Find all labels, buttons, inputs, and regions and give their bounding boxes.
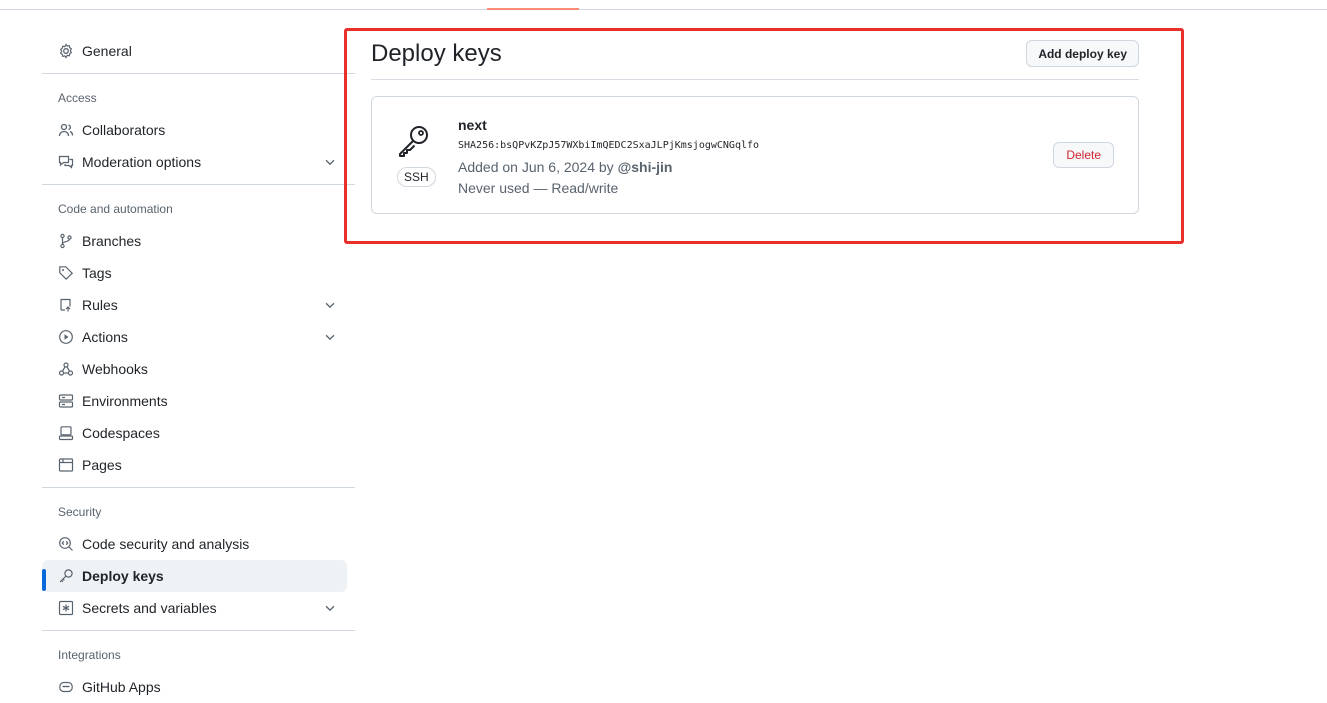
chevron-down-icon — [325, 605, 335, 612]
browser-icon — [58, 457, 74, 473]
page-title: Deploy keys — [371, 40, 502, 67]
sidebar-item-label: Collaborators — [82, 122, 166, 138]
sidebar-item-label: Secrets and variables — [82, 600, 217, 616]
added-by-user-link[interactable]: @shi-jin — [618, 159, 673, 175]
active-tab-underline — [487, 8, 579, 10]
sidebar-item-label: Tags — [82, 265, 112, 281]
page-header: Deploy keys Add deploy key — [371, 35, 1139, 80]
sidebar-item-label: Actions — [82, 329, 128, 345]
sidebar-item-label: Webhooks — [82, 361, 148, 377]
tag-icon — [58, 265, 74, 281]
key-icon — [399, 126, 428, 157]
chevron-down-icon — [325, 302, 335, 309]
key-added-info: Added on Jun 6, 2024 by @shi-jin — [458, 159, 672, 175]
git-branch-icon — [58, 233, 74, 249]
play-icon — [58, 329, 74, 345]
chevron-down-icon — [325, 159, 335, 166]
sidebar-item-webhooks[interactable]: Webhooks — [42, 353, 355, 385]
server-icon — [58, 393, 74, 409]
gear-icon — [58, 43, 74, 59]
sidebar-item-label: Branches — [82, 233, 142, 249]
sidebar-item-github-apps[interactable]: GitHub Apps — [42, 671, 355, 703]
sidebar-item-code-security[interactable]: Code security and analysis — [42, 528, 355, 560]
key-fingerprint: SHA256:bsQPvKZpJ57WXbiImQEDC2SxaJLPjKmsj… — [458, 140, 760, 151]
sidebar-item-general[interactable]: General — [42, 35, 355, 67]
hubot-icon — [58, 679, 74, 695]
key-usage-info: Never used — Read/write — [458, 180, 619, 196]
section-title-integrations: Integrations — [58, 648, 121, 662]
active-indicator — [42, 569, 46, 591]
section-title-security: Security — [58, 505, 102, 519]
sidebar-item-label: Pages — [82, 457, 122, 473]
sidebar-item-moderation[interactable]: Moderation options — [42, 146, 355, 178]
comment-discussion-icon — [58, 154, 74, 170]
section-title-code-automation: Code and automation — [58, 202, 173, 216]
webhook-icon — [58, 361, 74, 377]
sidebar-divider — [42, 487, 355, 488]
sidebar-item-collaborators[interactable]: Collaborators — [42, 114, 355, 146]
sidebar-item-label: Moderation options — [82, 154, 202, 170]
sidebar-divider — [42, 630, 355, 631]
key-icon — [58, 568, 74, 584]
top-divider — [0, 9, 1327, 10]
sidebar-item-label: Codespaces — [82, 425, 160, 441]
sidebar-item-label: GitHub Apps — [82, 679, 161, 695]
sidebar-item-environments[interactable]: Environments — [42, 385, 355, 417]
sidebar-item-label: Deploy keys — [82, 568, 164, 584]
add-deploy-key-button[interactable]: Add deploy key — [1026, 40, 1139, 67]
codescan-icon — [58, 536, 74, 552]
sidebar-item-codespaces[interactable]: Codespaces — [42, 417, 355, 449]
sidebar-item-branches[interactable]: Branches — [42, 225, 355, 257]
sidebar-divider — [42, 73, 355, 74]
sidebar-item-label: Code security and analysis — [82, 536, 250, 552]
sidebar-item-actions[interactable]: Actions — [42, 321, 355, 353]
deploy-keys-panel: Deploy keys Add deploy key SSH next SHA2… — [371, 35, 1139, 214]
settings-sidebar: General Access Collaborators Moderation … — [42, 35, 355, 703]
key-asterisk-icon — [58, 600, 74, 616]
repo-push-icon — [58, 297, 74, 313]
chevron-down-icon — [325, 334, 335, 341]
sidebar-item-rules[interactable]: Rules — [42, 289, 355, 321]
ssh-badge: SSH — [397, 167, 436, 187]
delete-key-button[interactable]: Delete — [1053, 142, 1114, 168]
sidebar-item-pages[interactable]: Pages — [42, 449, 355, 481]
sidebar-item-secrets[interactable]: Secrets and variables — [42, 592, 355, 624]
sidebar-item-label: Rules — [82, 297, 118, 313]
added-date-text: Added on Jun 6, 2024 by — [458, 159, 614, 175]
sidebar-divider — [42, 184, 355, 185]
section-title-access: Access — [58, 91, 97, 105]
sidebar-item-label: General — [82, 43, 132, 59]
key-title: next — [458, 117, 487, 133]
codespaces-icon — [58, 425, 74, 441]
sidebar-item-tags[interactable]: Tags — [42, 257, 355, 289]
sidebar-item-deploy-keys[interactable]: Deploy keys — [42, 560, 347, 592]
deploy-key-card: SSH next SHA256:bsQPvKZpJ57WXbiImQEDC2Sx… — [371, 96, 1139, 214]
sidebar-item-label: Environments — [82, 393, 168, 409]
people-icon — [58, 122, 74, 138]
